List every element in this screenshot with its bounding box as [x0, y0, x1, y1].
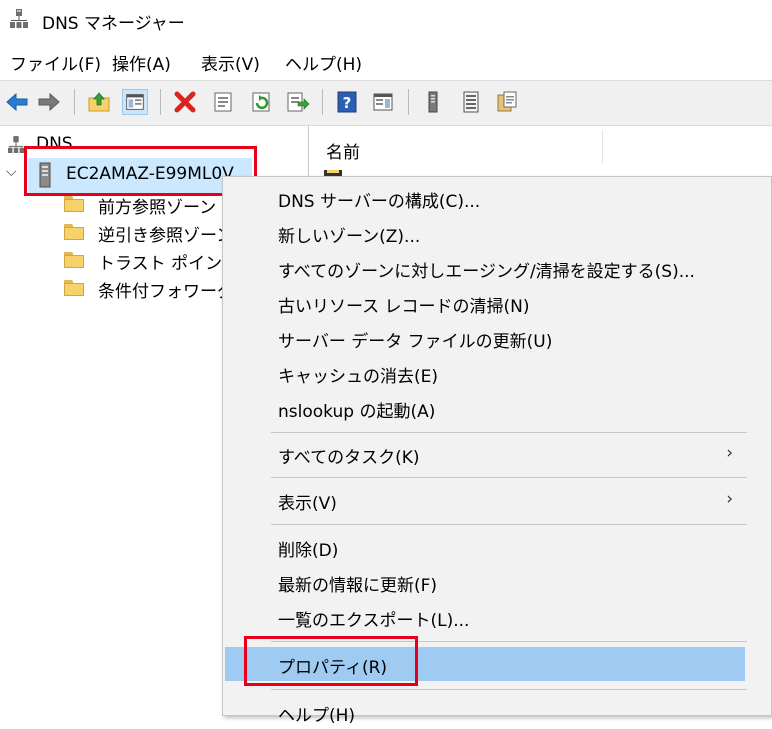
export-list-icon[interactable] — [284, 89, 310, 115]
menu-separator — [271, 689, 747, 690]
menu-item-export-list[interactable]: 一覧のエクスポート(L)... — [223, 600, 771, 634]
menu-item-clear-cache[interactable]: キャッシュの消去(E) — [223, 356, 771, 390]
menu-item-label: DNS サーバーの構成(C)... — [278, 192, 481, 212]
menu-item-refresh[interactable]: 最新の情報に更新(F) — [223, 565, 771, 599]
show-hide-tree-icon[interactable] — [122, 89, 148, 115]
server-icon[interactable] — [420, 89, 446, 115]
folder-icon — [64, 252, 84, 268]
refresh-icon[interactable] — [248, 89, 274, 115]
menu-item-label: 古いリソース レコードの清掃(N) — [278, 297, 530, 317]
menu-item-label: 新しいゾーン(Z)... — [278, 227, 421, 247]
menu-separator — [271, 432, 747, 433]
toolbar-separator — [408, 89, 409, 115]
action-pane-icon[interactable] — [370, 89, 396, 115]
dns-app-icon — [10, 9, 28, 28]
column-divider[interactable] — [602, 130, 603, 164]
chevron-down-icon[interactable]: ⌵ — [6, 164, 17, 180]
menu-item-label: 削除(D) — [278, 541, 339, 561]
menu-item-configure-dns-server[interactable]: DNS サーバーの構成(C)... — [223, 181, 771, 215]
toolbar-separator — [160, 89, 161, 115]
menu-item-label: 一覧のエクスポート(L)... — [278, 611, 470, 631]
submenu-arrow-icon: › — [726, 489, 733, 509]
window-title: DNS マネージャー — [42, 14, 185, 34]
folder-icon — [64, 196, 84, 212]
menu-separator — [271, 477, 747, 478]
menu-item-delete[interactable]: 削除(D) — [223, 530, 771, 564]
toolbar-separator — [74, 89, 75, 115]
menu-item-label: キャッシュの消去(E) — [278, 367, 439, 387]
submenu-arrow-icon: › — [726, 443, 733, 463]
help-icon[interactable]: ? — [334, 89, 360, 115]
context-menu: DNS サーバーの構成(C)... 新しいゾーン(Z)... すべてのゾーンに対… — [222, 176, 772, 726]
title-bar: DNS マネージャー — [0, 0, 772, 42]
toolbar-separator — [322, 89, 323, 115]
tree-item-trust-points[interactable]: トラスト ポイント — [98, 249, 239, 277]
tree-item-reverse-lookup[interactable]: 逆引き参照ゾーン — [98, 221, 233, 249]
list-icon[interactable] — [458, 89, 484, 115]
menu-item-new-zone[interactable]: 新しいゾーン(Z)... — [223, 216, 771, 250]
menu-item-label: 表示(V) — [278, 494, 337, 514]
menu-item-label: すべてのタスク(K) — [278, 448, 420, 468]
menu-file[interactable]: ファイル(F) — [10, 50, 101, 75]
menu-bar: ファイル(F) 操作(A) 表示(V) ヘルプ(H) — [0, 42, 772, 80]
properties-icon[interactable] — [210, 89, 236, 115]
menu-item-set-aging-scavenging[interactable]: すべてのゾーンに対しエージング/清掃を設定する(S)... — [223, 251, 771, 285]
menu-item-label: サーバー データ ファイルの更新(U) — [278, 332, 553, 352]
menu-item-help[interactable]: ヘルプ(H) — [223, 695, 771, 729]
menu-item-label: 最新の情報に更新(F) — [278, 576, 438, 596]
menu-item-label: nslookup の起動(A) — [278, 402, 436, 422]
annotation-box-properties — [244, 636, 418, 686]
forward-arrow-icon[interactable] — [36, 89, 62, 115]
toolbar: ? — [0, 80, 772, 126]
dns-root-icon — [8, 136, 24, 153]
clipboard-icon[interactable] — [494, 89, 520, 115]
menu-separator — [271, 524, 747, 525]
tree-item-forward-lookup[interactable]: 前方参照ゾーン — [98, 193, 216, 221]
svg-text:?: ? — [343, 94, 352, 112]
folder-icon — [64, 280, 84, 296]
folder-icon — [64, 224, 84, 240]
delete-icon[interactable] — [172, 89, 198, 115]
back-arrow-icon[interactable] — [4, 89, 30, 115]
menu-action[interactable]: 操作(A) — [112, 50, 171, 75]
column-header-name[interactable]: 名前 — [326, 138, 360, 163]
menu-item-label: ヘルプ(H) — [278, 706, 356, 726]
up-folder-icon[interactable] — [86, 89, 112, 115]
menu-item-update-server-data-files[interactable]: サーバー データ ファイルの更新(U) — [223, 321, 771, 355]
menu-item-label: すべてのゾーンに対しエージング/清掃を設定する(S)... — [278, 262, 695, 282]
menu-item-launch-nslookup[interactable]: nslookup の起動(A) — [223, 391, 771, 425]
menu-item-scavenge-stale-records[interactable]: 古いリソース レコードの清掃(N) — [223, 286, 771, 320]
menu-item-all-tasks[interactable]: すべてのタスク(K) › — [223, 437, 771, 471]
menu-item-view[interactable]: 表示(V) › — [223, 483, 771, 517]
menu-view[interactable]: 表示(V) — [201, 50, 260, 75]
menu-help[interactable]: ヘルプ(H) — [285, 50, 362, 75]
